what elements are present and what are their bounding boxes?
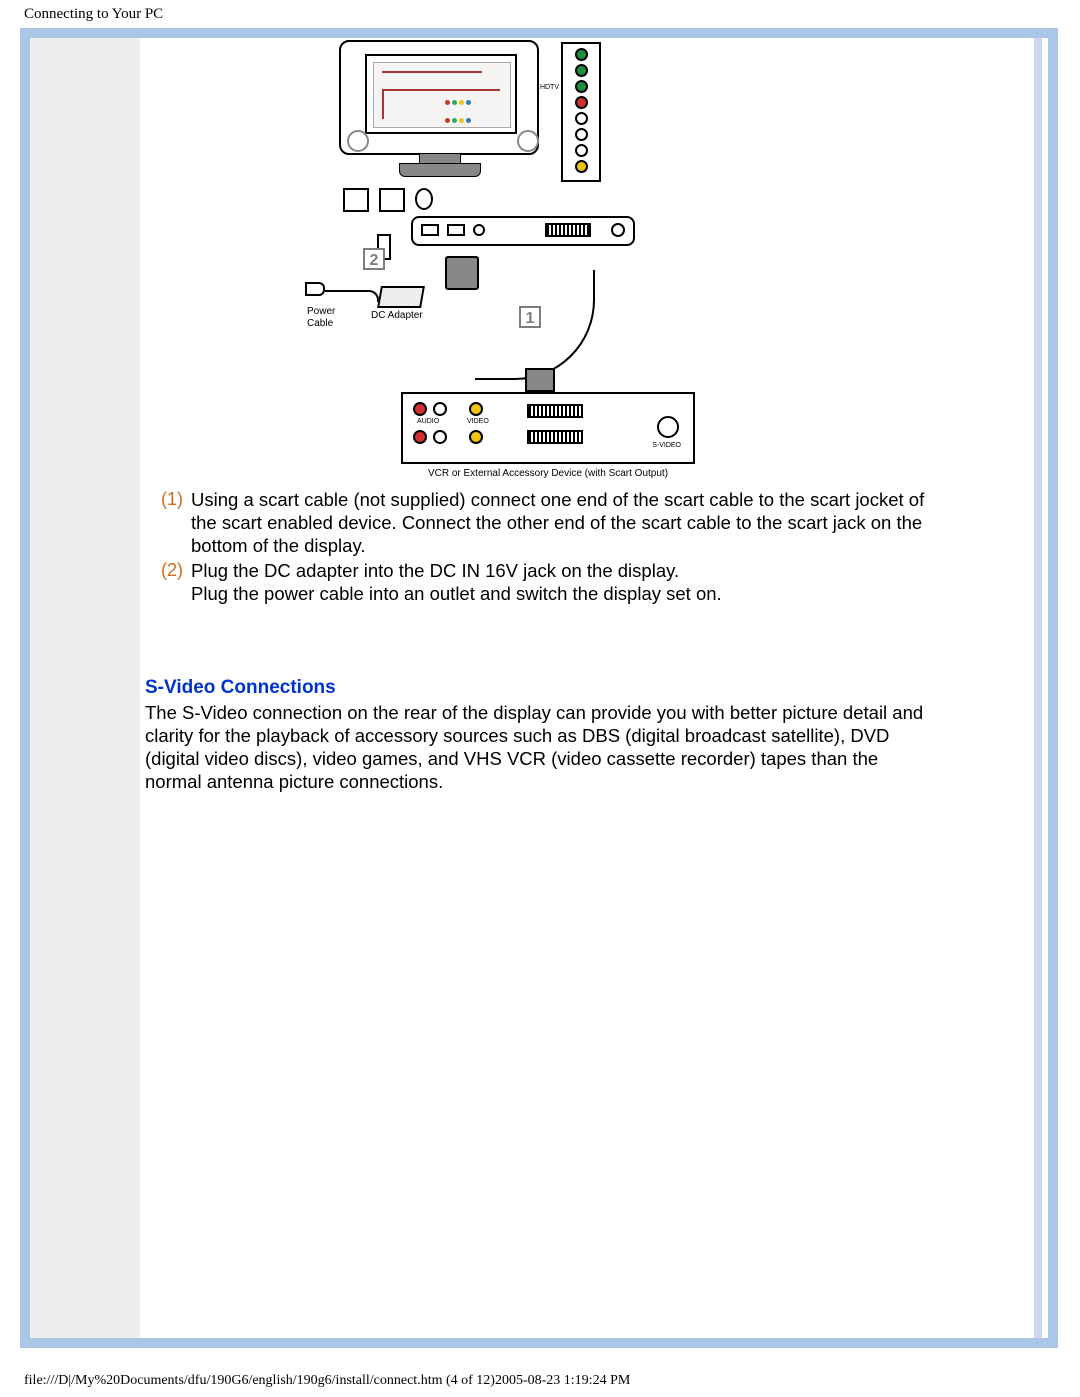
page: Connecting to Your PC [0, 0, 1080, 1397]
power-label-2: Cable [307, 318, 333, 329]
vcr-device-icon: AUDIO VIDEO S-VIDEO [401, 392, 695, 464]
section-body-svideo: The S-Video connection on the rear of th… [145, 701, 935, 793]
section-heading-svideo: S-Video Connections [145, 677, 935, 699]
scart-connector-bottom-icon [525, 368, 555, 392]
callout-2: 2 [363, 248, 385, 270]
side-port-column-icon: HDTV [561, 42, 601, 182]
left-margin [30, 38, 140, 1338]
scart-connector-top-icon [445, 256, 479, 290]
step-number: (1) [145, 488, 191, 510]
page-footer: file:///D|/My%20Documents/dfu/190G6/engl… [24, 1373, 630, 1389]
content-frame-outer: HDTV 2 [20, 28, 1058, 1348]
monitor-front-icon [339, 40, 539, 185]
power-label-1: Power [307, 306, 335, 317]
content-frame-inner: HDTV 2 [30, 38, 1048, 1338]
step-text: Plug the DC adapter into the DC IN 16V j… [191, 559, 935, 605]
step-row: (2) Plug the DC adapter into the DC IN 1… [145, 559, 935, 605]
scroll-strip [1034, 38, 1042, 1338]
vcr-caption: VCR or External Accessory Device (with S… [401, 468, 695, 479]
callout-1: 1 [519, 306, 541, 328]
monitor-back-panel-icon [411, 216, 635, 246]
vcr-svideo-label: S-VIDEO [652, 442, 681, 449]
step-number: (2) [145, 559, 191, 581]
vcr-video-label: VIDEO [467, 418, 489, 425]
vcr-audio-label: AUDIO [417, 418, 439, 425]
content-area: HDTV 2 [145, 38, 935, 793]
connection-diagram: HDTV 2 [305, 38, 775, 478]
page-header: Connecting to Your PC [24, 6, 163, 23]
power-cable-icon: Power Cable DC Adapter [305, 276, 455, 336]
steps-list: (1) Using a scart cable (not supplied) c… [145, 488, 935, 605]
step-row: (1) Using a scart cable (not supplied) c… [145, 488, 935, 557]
step-text: Using a scart cable (not supplied) conne… [191, 488, 935, 557]
dc-adapter-label: DC Adapter [371, 310, 423, 321]
hdtv-label: HDTV [540, 84, 559, 91]
